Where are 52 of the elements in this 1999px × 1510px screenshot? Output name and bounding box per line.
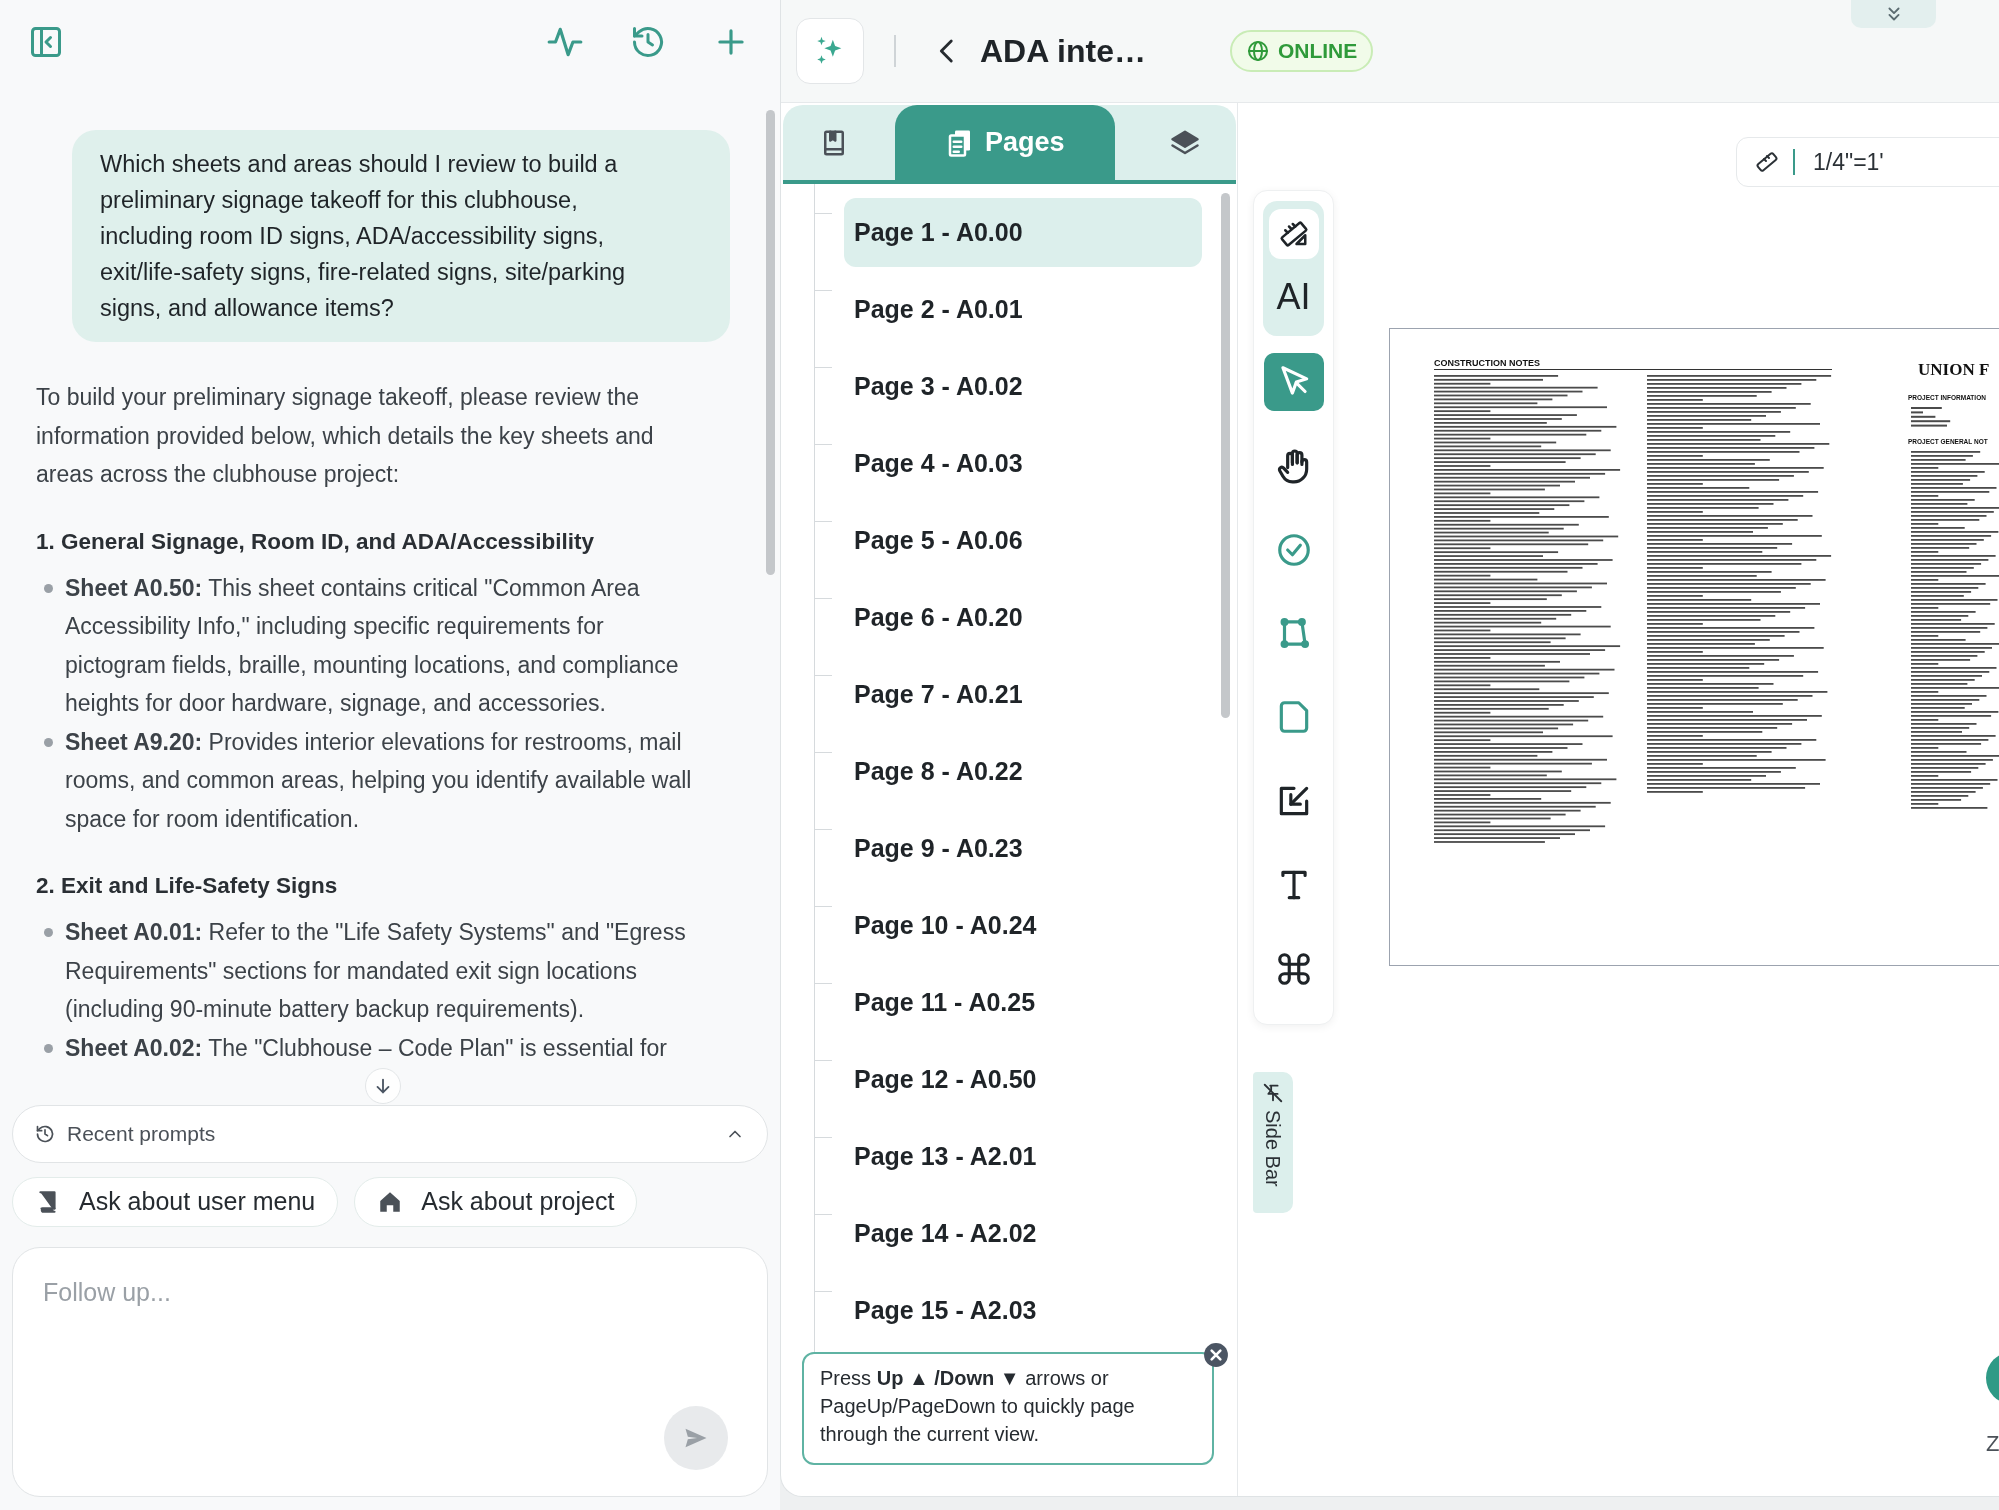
page-item[interactable]: Page 4 - A0.03	[844, 429, 1202, 498]
user-message: Which sheets and areas should I review to build a preliminary signage takeoff for this clubhouse, including room ID signs, ADA/accessibility signs, exit/life-safety signs, fire-related signs, site/parking signs, and allowance items?	[72, 130, 730, 342]
message-composer[interactable]: Follow up...	[12, 1247, 768, 1497]
page-item[interactable]: Page 9 - A0.23	[844, 814, 1202, 883]
side-bar-toggle[interactable]: Side Bar	[1253, 1072, 1293, 1213]
page-item[interactable]: Page 5 - A0.06	[844, 506, 1202, 575]
page-item[interactable]: Page 8 - A0.22	[844, 737, 1202, 806]
suggestion-chip[interactable]: Ask about project	[354, 1177, 638, 1227]
collapse-button[interactable]	[1851, 0, 1936, 28]
globe-icon	[1245, 39, 1270, 63]
ai-tool-button[interactable]: AI	[1268, 269, 1319, 325]
scrollbar[interactable]	[1221, 193, 1230, 718]
page-item[interactable]: Page 15 - A2.03	[844, 1276, 1202, 1345]
answer-text: Sheet A0.02: The "Clubhouse – Code Plan" is essential for	[65, 1033, 668, 1063]
history-icon[interactable]	[630, 24, 666, 60]
section-heading: 1. General Signage, Room ID, and ADA/Accessibility	[36, 527, 596, 556]
answer-text: To build your preliminary signage takeoff, please review the information provided below, which details the key sheets and areas across the clubhouse project:	[36, 383, 655, 489]
sheet-heading: CONSTRUCTION NOTES	[1434, 357, 1540, 370]
page-item[interactable]: Page 2 - A0.01	[844, 275, 1202, 344]
sheet-title: UNION F	[1918, 359, 1990, 381]
ruler-icon	[1755, 150, 1779, 174]
scale-field[interactable]: 1/4"=1'	[1736, 137, 1999, 187]
page-item[interactable]: Page 12 - A0.50	[844, 1045, 1202, 1114]
page-item[interactable]: Page 7 - A0.21	[844, 660, 1202, 729]
page-item[interactable]: Page 14 - A2.02	[844, 1199, 1202, 1268]
page-item[interactable]: Page 3 - A0.02	[844, 352, 1202, 421]
document-title: ADA inte…	[980, 32, 1146, 71]
page-item[interactable]: Page 13 - A2.01	[844, 1122, 1202, 1191]
recent-prompts-bar[interactable]: Recent prompts	[12, 1105, 768, 1163]
measure-tool-button[interactable]	[1268, 209, 1319, 259]
answer-text: Sheet A0.01: Refer to the "Life Safety Systems" and "Egress Requirements" sections for mandated exit sign locations (including 90-minute battery backup requirements).	[65, 918, 687, 1024]
sidebar-toggle-icon[interactable]	[28, 24, 64, 60]
page-item[interactable]: Page 6 - A0.20	[844, 583, 1202, 652]
hint-text: Press Up ▲ /Down ▼ arrows or PageUp/PageDown to quickly page through the current view.	[820, 1366, 1136, 1447]
follow-up-field[interactable]: Follow up...	[43, 1274, 643, 1334]
scrollbar[interactable]	[766, 110, 775, 575]
answer-text: Sheet A0.50: This sheet contains critical "Common Area Accessibility Info," including specific requirements for pictogram fields, braille, mounting locations, and compliance heights for door hardware, signage, and accessories.	[65, 573, 680, 718]
close-icon[interactable]	[1203, 1342, 1229, 1368]
answer-text: Sheet A9.20: Provides interior elevations for restrooms, mail rooms, and common areas, helping you identify available wall space for room identification.	[65, 727, 693, 834]
page-item[interactable]: Page 11 - A0.25	[844, 968, 1202, 1037]
page-item[interactable]: Page 1 - A0.00	[844, 198, 1202, 267]
status-badge: ONLINE	[1229, 30, 1374, 72]
history-icon	[35, 1124, 55, 1144]
page-item[interactable]: Page 10 - A0.24	[844, 891, 1202, 960]
suggestion-chip[interactable]: Ask about user menu	[12, 1177, 339, 1227]
scroll-down-button[interactable]	[365, 1068, 401, 1104]
ai-assistant-button[interactable]	[796, 18, 864, 84]
ruler-icon	[1278, 219, 1309, 249]
text-lines-drawing	[1911, 407, 1951, 429]
zoom-label: Z	[1986, 1430, 1999, 1458]
pin-off-icon	[1262, 1082, 1284, 1104]
section-heading: 2. Exit and Life-Safety Signs	[36, 872, 339, 900]
